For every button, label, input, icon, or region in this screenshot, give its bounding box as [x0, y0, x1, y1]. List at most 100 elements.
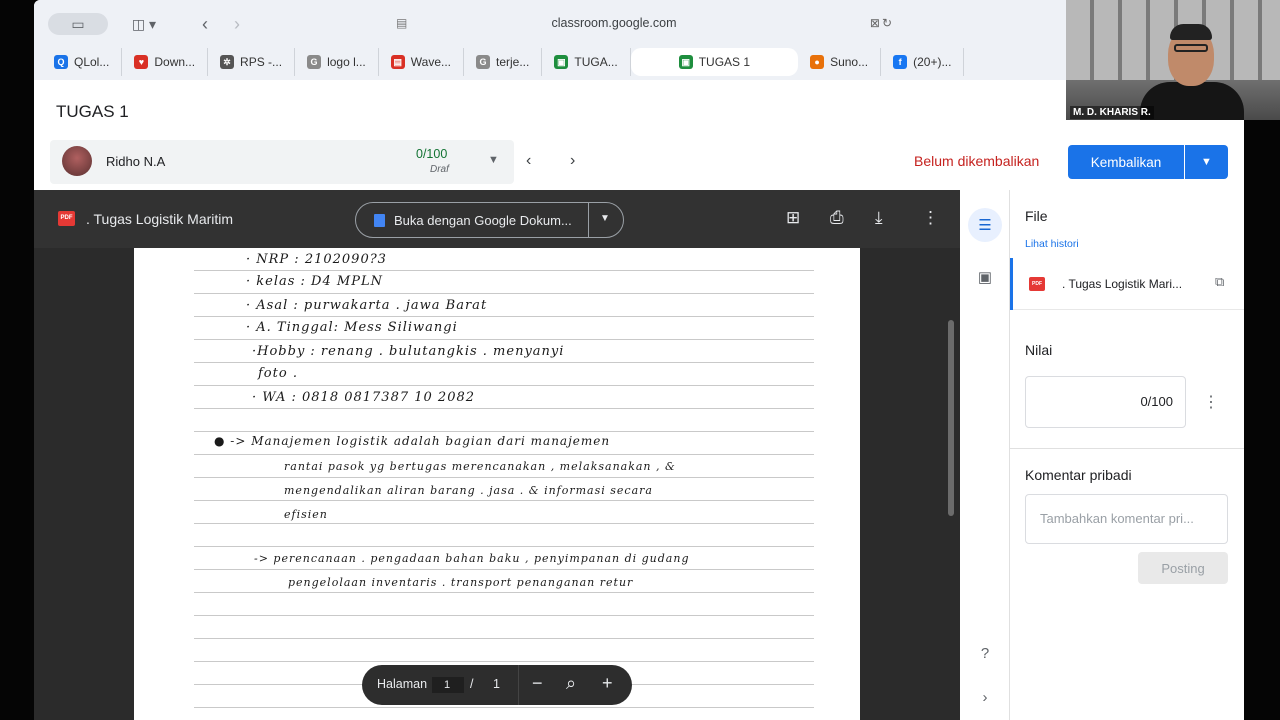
comment-icon: ▣	[977, 269, 993, 286]
browser-tab[interactable]: ▣ TUGA...	[542, 48, 631, 76]
zoom-watermark-logo: zoom	[1096, 650, 1183, 683]
handwriting-line: efisien	[284, 508, 328, 521]
caret-down-icon[interactable]: ▼	[600, 213, 610, 224]
document-viewer: PDF . Tugas Logistik Maritim Buka dengan…	[34, 190, 960, 720]
tab-label: QLol...	[74, 55, 110, 69]
tab-label: logo l...	[327, 55, 366, 69]
participant-hair	[1170, 24, 1212, 40]
grade-heading: Nilai	[1025, 342, 1053, 358]
download-icon[interactable]: ⤓	[875, 208, 883, 228]
tab-label: (20+)...	[913, 55, 952, 69]
browser-tab[interactable]: ▤ Wave...	[379, 48, 464, 76]
browser-tab[interactable]: Glogo l...	[295, 48, 379, 76]
translate-reload-icons[interactable]: ⊠↻	[870, 16, 894, 30]
handwriting-line: · NRP : 2102090?3	[246, 252, 387, 267]
open-external-icon[interactable]: ⧉	[1215, 274, 1224, 290]
next-student-button[interactable]: ›	[570, 152, 575, 170]
back-arrow-icon: ‹	[202, 13, 208, 34]
student-grade: 0/100	[416, 147, 448, 161]
post-comment-button[interactable]: Posting	[1138, 552, 1228, 584]
viewer-scrollbar[interactable]	[948, 320, 954, 516]
comments-panel-button[interactable]: ▣	[968, 260, 1002, 294]
chevron-left-icon: ‹	[526, 152, 532, 169]
browser-chrome: ▭ ◫ ▾ ‹ › ▤ classroom.google.com ⊠↻ Q QLo…	[34, 0, 1244, 80]
forward-button[interactable]: ›	[226, 13, 248, 35]
grading-panel: File Lihat histori PDF . Tugas Logistik …	[1010, 190, 1244, 720]
file-name: . Tugas Logistik Mari...	[1062, 277, 1183, 291]
handwriting-line: mengendalikan aliran barang . jasa . & i…	[284, 484, 653, 497]
help-button[interactable]: ?	[968, 636, 1002, 670]
page-total: 1	[493, 677, 500, 691]
participant-body	[1140, 82, 1244, 120]
tab-strip: Q QLol... ♥ Down... ✲ RPS -... Glogo l... ▤ Wave…	[42, 48, 965, 76]
list-icon: ☰	[978, 217, 992, 234]
handwriting-line: foto .	[258, 366, 298, 381]
return-dropdown-button[interactable]: ▼	[1185, 145, 1228, 179]
tab-favicon-icon: ●	[810, 55, 825, 69]
student-name: Ridho N.A	[106, 154, 166, 169]
side-rail: ☰ ▣ ? ›	[960, 190, 1010, 720]
page-info-icon[interactable]: ▤	[396, 16, 407, 30]
sidebar-toggle-button[interactable]: ◫ ▾	[126, 13, 162, 35]
open-with-button[interactable]: Buka dengan Google Dokum... ▼	[355, 202, 624, 238]
browser-tab[interactable]: Gterje...	[464, 48, 543, 76]
browser-window: ▭ ◫ ▾ ‹ › ▤ classroom.google.com ⊠↻ Q QLo…	[34, 0, 1244, 720]
tab-favicon-icon: f	[893, 55, 908, 69]
open-with-label: Buka dengan Google Dokum...	[394, 213, 572, 228]
handwriting-line: ·Hobby : renang . bulutangkis . menyanyi	[252, 344, 565, 359]
grade-input[interactable]: 0/100	[1025, 376, 1186, 428]
return-button[interactable]: Kembalikan	[1068, 145, 1184, 179]
open-with-divider	[588, 203, 589, 237]
tab-overview-icon: ▭	[71, 15, 85, 32]
private-comment-input[interactable]: Tambahkan komentar pri...	[1025, 494, 1228, 544]
right-bezel	[1244, 120, 1280, 720]
student-selector[interactable]: Ridho N.A 0/100 Draf ▼	[50, 140, 514, 184]
help-icon: ?	[980, 644, 990, 662]
browser-tab[interactable]: ● Suno...	[798, 48, 882, 76]
previous-student-button[interactable]: ‹	[526, 152, 531, 170]
page-number-input[interactable]: 1	[432, 677, 464, 693]
forward-arrow-icon: ›	[234, 13, 240, 34]
chevron-down-icon[interactable]: ▼	[488, 154, 499, 166]
url-text: classroom.google.com	[551, 16, 677, 30]
page-label: Halaman	[377, 677, 428, 691]
files-panel-button[interactable]: ☰	[968, 208, 1002, 242]
page-title: TUGAS 1	[56, 102, 129, 121]
browser-tab[interactable]: ✲ RPS -...	[208, 48, 296, 76]
google-docs-icon	[374, 214, 385, 227]
viewer-toolbar: PDF . Tugas Logistik Maritim Buka dengan…	[34, 190, 960, 248]
collapse-panel-button[interactable]: ›	[968, 680, 1002, 714]
document-page: · NRP : 2102090?3 · kelas : D4 MPLN · As…	[134, 248, 860, 720]
tab-overview-button[interactable]: ▭	[48, 13, 108, 35]
more-options-icon[interactable]: ⋮	[922, 208, 939, 228]
chevron-right-icon: ›	[570, 152, 576, 169]
browser-tab[interactable]: ♥ Down...	[122, 48, 209, 76]
handwriting-line: rantai pasok yg bertugas merencanakan , …	[284, 460, 676, 473]
handwriting-line: · WA : 0818 0817387 10 2082	[252, 390, 476, 405]
divider	[1010, 448, 1244, 449]
pdf-icon: PDF	[1029, 277, 1045, 291]
avatar	[62, 146, 92, 176]
sidebar-icon: ◫ ▾	[131, 15, 157, 32]
tab-favicon-icon: G	[307, 55, 322, 69]
tab-favicon-icon: ▣	[678, 55, 693, 69]
back-button[interactable]: ‹	[194, 13, 216, 35]
attached-file[interactable]: PDF . Tugas Logistik Mari... ⧉	[1010, 258, 1244, 310]
zoom-icon[interactable]: ⌕	[566, 673, 576, 694]
grade-options-icon[interactable]: ⋮	[1203, 392, 1219, 412]
participant-name: M. D. KHARIS R.	[1070, 106, 1154, 119]
handwriting-line: · A. Tinggal: Mess Siliwangi	[246, 320, 458, 335]
chevron-right-icon: ›	[982, 688, 988, 706]
tab-favicon-icon: G	[476, 55, 490, 69]
print-icon[interactable]: ⎙	[830, 208, 844, 228]
tab-label: Down...	[154, 55, 196, 69]
add-comment-icon[interactable]: ⊞	[786, 208, 800, 228]
zoom-in-icon[interactable]: +	[602, 673, 613, 694]
browser-tab[interactable]: Q QLol...	[42, 48, 123, 76]
tab-label: Wave...	[410, 55, 451, 69]
zoom-out-icon[interactable]: −	[532, 673, 543, 694]
history-link[interactable]: Lihat histori	[1025, 238, 1079, 250]
address-bar[interactable]: ▤ classroom.google.com ⊠↻	[334, 10, 894, 36]
browser-tab[interactable]: ▣ TUGAS 1	[630, 48, 799, 76]
browser-tab[interactable]: f (20+)...	[881, 48, 965, 76]
